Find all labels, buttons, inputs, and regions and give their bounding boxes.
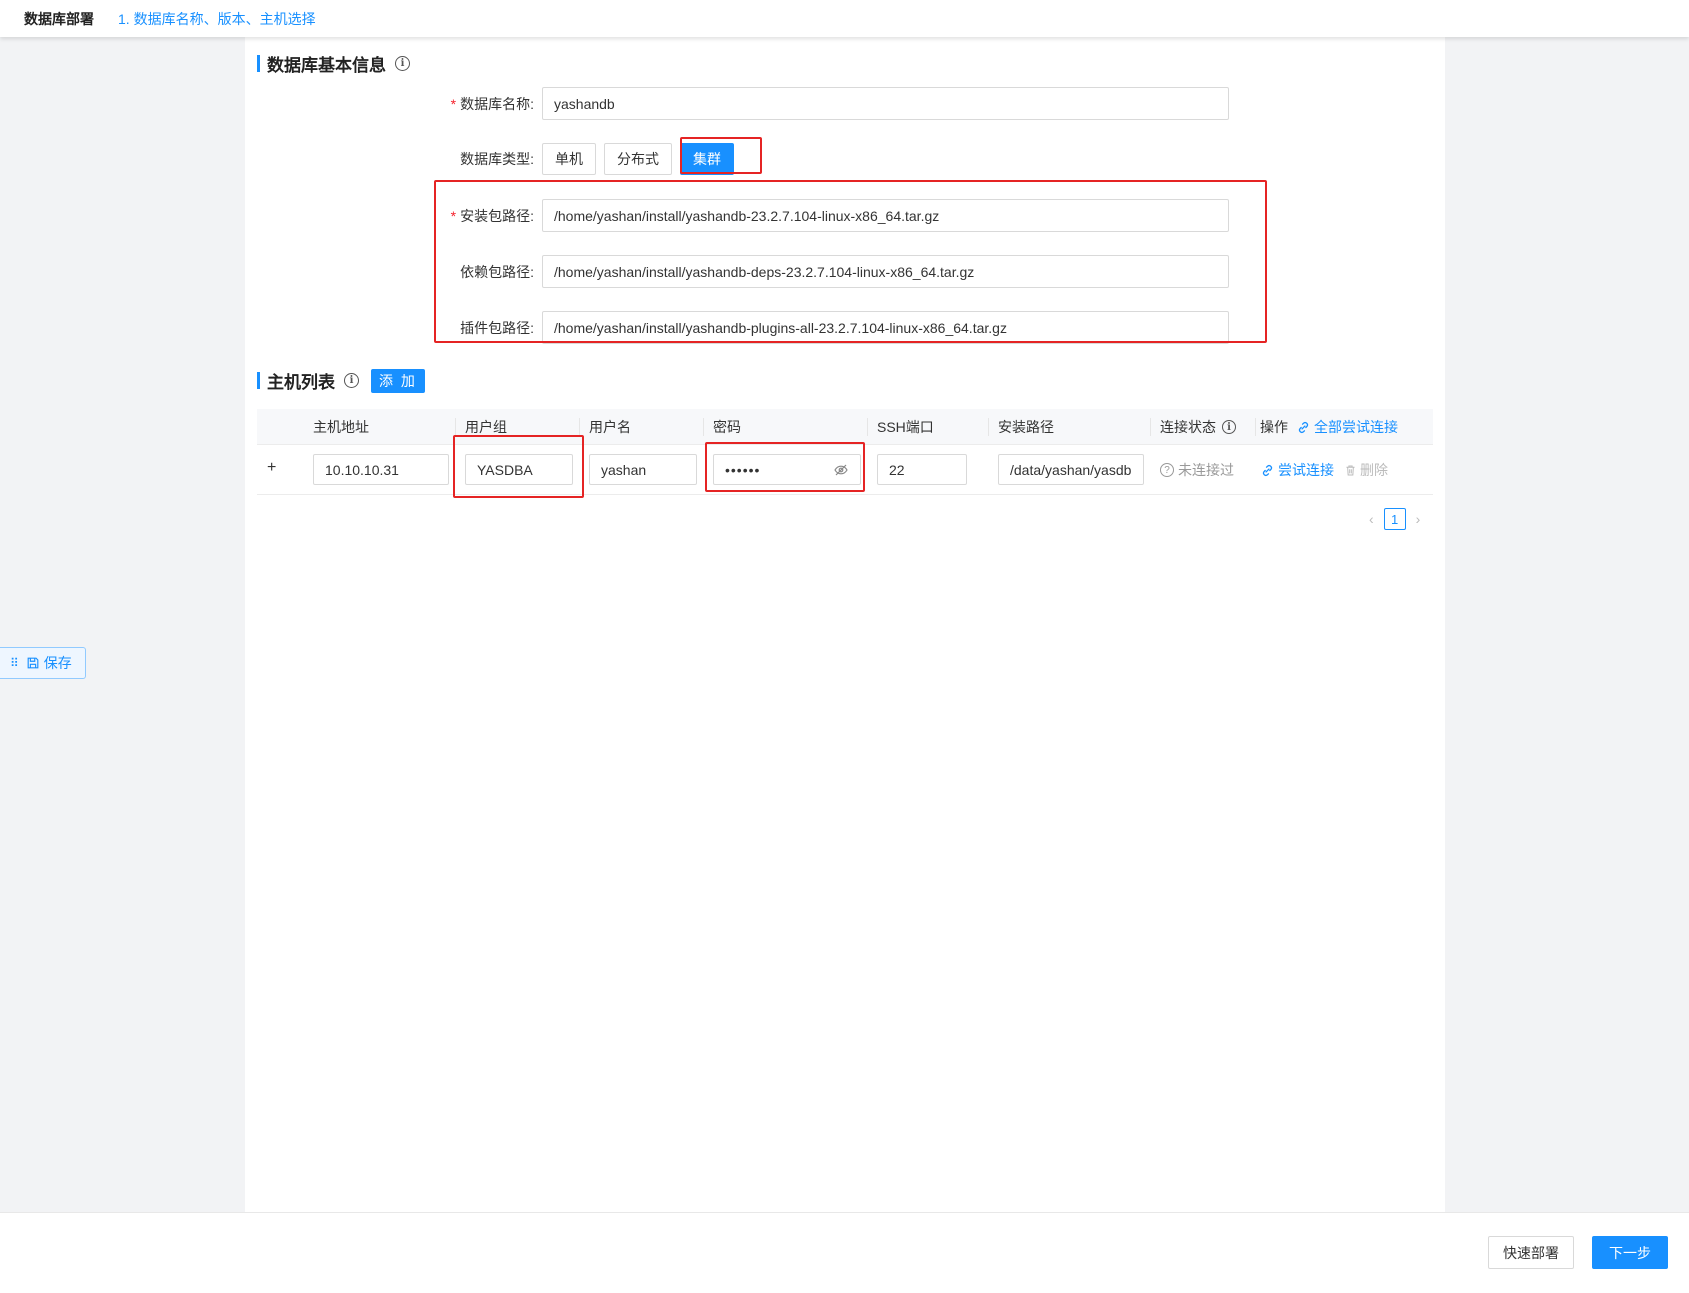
table-row: + 10.10.10.31 YASDBA yashan •••••• 22 /d… bbox=[257, 445, 1433, 495]
db-type-row: 数据库类型: 单机 分布式 集群 bbox=[245, 143, 742, 175]
ssh-port-input[interactable]: 22 bbox=[877, 454, 967, 485]
plugin-pkg-input[interactable]: /home/yashan/install/yashandb-plugins-al… bbox=[542, 311, 1229, 344]
floating-save-button[interactable]: ⠿ 保存 bbox=[0, 647, 86, 679]
footer-bar: 快速部署 下一步 bbox=[0, 1212, 1689, 1293]
host-list-title-text: 主机列表 bbox=[267, 373, 335, 392]
next-page-icon[interactable]: › bbox=[1416, 511, 1421, 527]
col-divider bbox=[579, 418, 580, 436]
db-name-row: * 数据库名称: yashandb bbox=[245, 87, 1229, 120]
col-group: 用户组 bbox=[465, 419, 507, 435]
username-input[interactable]: yashan bbox=[589, 454, 697, 485]
password-mask: •••••• bbox=[725, 461, 761, 478]
col-actions: 操作 全部尝试连接 bbox=[1260, 417, 1398, 437]
col-ssh-port: SSH端口 bbox=[877, 419, 934, 435]
col-divider bbox=[988, 418, 989, 436]
db-name-input[interactable]: yashandb bbox=[542, 87, 1229, 120]
basic-info-title: 数据库基本信息 i bbox=[257, 51, 410, 76]
info-icon[interactable]: i bbox=[344, 373, 359, 388]
link-icon bbox=[1262, 464, 1273, 476]
col-password: 密码 bbox=[713, 419, 741, 435]
plugin-pkg-row: 插件包路径: /home/yashan/install/yashandb-plu… bbox=[245, 311, 1229, 344]
password-input[interactable]: •••••• bbox=[713, 454, 861, 485]
db-type-cluster-button[interactable]: 集群 bbox=[680, 143, 734, 175]
app-title: 数据库部署 bbox=[24, 10, 94, 27]
col-user: 用户名 bbox=[589, 419, 631, 435]
drag-handle-icon[interactable]: ⠿ bbox=[10, 656, 19, 670]
row-actions: 尝试连接 删除 bbox=[1260, 445, 1388, 495]
connection-status: ? 未连接过 bbox=[1160, 445, 1234, 495]
db-name-label: * 数据库名称: bbox=[450, 95, 534, 112]
eye-off-icon[interactable] bbox=[833, 462, 849, 478]
col-divider bbox=[455, 418, 456, 436]
install-path-input[interactable]: /data/yashan/yasdb bbox=[998, 454, 1144, 485]
host-table-header: 主机地址 用户组 用户名 密码 SSH端口 安装路径 连接状态 i 操作 全部尝… bbox=[257, 409, 1433, 445]
try-connect-link[interactable]: 尝试连接 bbox=[1260, 460, 1334, 480]
step-breadcrumb[interactable]: 1. 数据库名称、版本、主机选择 bbox=[118, 9, 316, 29]
section-bar bbox=[257, 55, 260, 72]
install-pkg-input[interactable]: /home/yashan/install/yashandb-23.2.7.104… bbox=[542, 199, 1229, 232]
col-divider bbox=[1255, 418, 1256, 436]
col-install-path: 安装路径 bbox=[998, 419, 1054, 435]
host-address-input[interactable]: 10.10.10.31 bbox=[313, 454, 449, 485]
prev-page-icon[interactable]: ‹ bbox=[1369, 511, 1374, 527]
install-pkg-row: * 安装包路径: /home/yashan/install/yashandb-23… bbox=[245, 199, 1229, 232]
top-bar: 数据库部署 1. 数据库名称、版本、主机选择 bbox=[0, 0, 1689, 37]
next-step-button[interactable]: 下一步 bbox=[1592, 1236, 1668, 1269]
col-divider bbox=[867, 418, 868, 436]
page-button[interactable]: 1 bbox=[1383, 508, 1406, 530]
trash-icon bbox=[1346, 465, 1355, 475]
col-divider bbox=[1150, 418, 1151, 436]
col-divider bbox=[703, 418, 704, 436]
pagination: ‹ 1 › bbox=[1369, 508, 1420, 530]
user-group-input[interactable]: YASDBA bbox=[465, 454, 573, 485]
delete-row-button[interactable]: 删除 bbox=[1344, 460, 1388, 480]
deps-pkg-input[interactable]: /home/yashan/install/yashandb-deps-23.2.… bbox=[542, 255, 1229, 288]
deps-pkg-row: 依赖包路径: /home/yashan/install/yashandb-dep… bbox=[245, 255, 1229, 288]
db-type-standalone-button[interactable]: 单机 bbox=[542, 143, 596, 175]
quick-deploy-button[interactable]: 快速部署 bbox=[1488, 1236, 1574, 1269]
question-icon: ? bbox=[1160, 463, 1174, 477]
info-icon[interactable]: i bbox=[1222, 420, 1236, 434]
install-pkg-label: * 安装包路径: bbox=[450, 207, 534, 224]
try-all-connect-link[interactable]: 全部尝试连接 bbox=[1296, 417, 1398, 437]
col-conn-status: 连接状态 i bbox=[1160, 409, 1236, 445]
section-bar bbox=[257, 372, 260, 389]
link-icon bbox=[1298, 421, 1309, 433]
db-type-label: 数据库类型: bbox=[460, 151, 534, 167]
basic-info-title-text: 数据库基本信息 bbox=[267, 56, 386, 75]
main-panel: 数据库基本信息 i * 数据库名称: yashandb 数据库类型: 单机 分布式… bbox=[245, 37, 1445, 1212]
db-type-distributed-button[interactable]: 分布式 bbox=[604, 143, 672, 175]
host-list-title: 主机列表 i 添 加 bbox=[257, 368, 425, 393]
add-host-button[interactable]: 添 加 bbox=[371, 368, 425, 393]
info-icon[interactable]: i bbox=[395, 56, 410, 71]
deps-pkg-label: 依赖包路径: bbox=[460, 263, 534, 280]
save-icon bbox=[27, 657, 39, 669]
col-host: 主机地址 bbox=[313, 419, 369, 435]
plugin-pkg-label: 插件包路径: bbox=[460, 319, 534, 336]
expand-row-button[interactable]: + bbox=[267, 459, 276, 477]
